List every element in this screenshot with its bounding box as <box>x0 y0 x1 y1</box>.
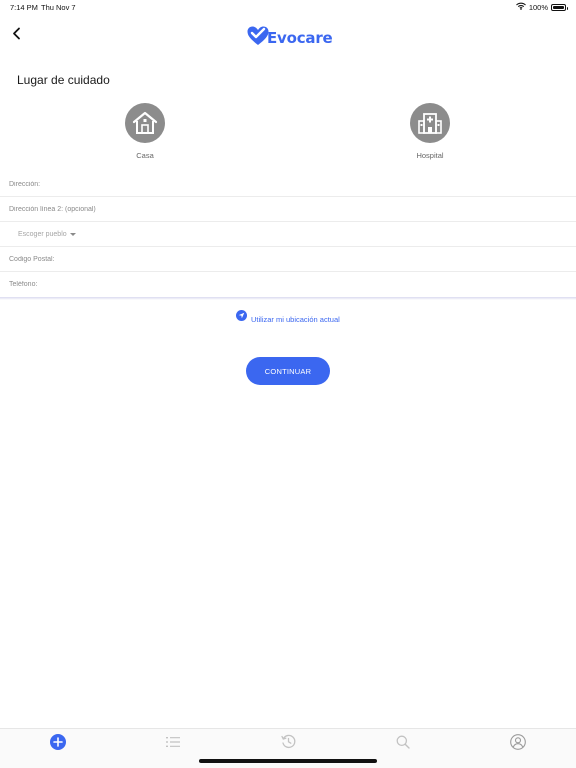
town-select-label: Escoger pueblo <box>18 230 67 238</box>
back-button[interactable] <box>8 26 24 46</box>
logo-text: Evocare <box>267 29 333 47</box>
town-select[interactable]: Escoger pueblo <box>0 222 576 247</box>
postal-code-input[interactable] <box>0 247 576 271</box>
search-icon <box>396 735 410 754</box>
address-input[interactable] <box>0 172 576 196</box>
phone-field-row <box>0 272 576 297</box>
status-time: 7:14 PM <box>10 3 38 12</box>
phone-input[interactable] <box>0 272 576 297</box>
form-bottom-shadow <box>0 297 576 300</box>
battery-level <box>553 5 564 9</box>
address-field-row <box>0 172 576 197</box>
tab-history[interactable] <box>279 734 297 754</box>
place-option-casa[interactable]: Casa <box>115 103 175 160</box>
wifi-icon <box>515 2 526 12</box>
status-date: Thu Nov 7 <box>41 3 76 12</box>
nav-header: Evocare <box>0 20 576 56</box>
chevron-left-icon <box>12 27 21 45</box>
list-icon <box>166 735 180 753</box>
address2-field-row <box>0 197 576 222</box>
place-label-hospital: Hospital <box>416 151 444 160</box>
battery-icon <box>551 3 568 11</box>
battery-percent: 100% <box>528 2 548 12</box>
page-title: Lugar de cuidado <box>17 73 110 87</box>
history-icon <box>280 734 296 754</box>
continue-button[interactable]: CONTINUAR <box>246 357 330 385</box>
caret-down-icon <box>69 232 76 236</box>
status-bar: 7:14 PM Thu Nov 7 100% <box>0 0 576 14</box>
evocare-logo: Evocare <box>246 24 333 52</box>
home-indicator <box>199 759 377 763</box>
navigation-arrow-icon <box>236 309 247 321</box>
plus-circle-icon <box>50 733 66 755</box>
house-icon <box>125 103 165 143</box>
postal-field-row <box>0 247 576 272</box>
hospital-icon <box>410 103 450 143</box>
tab-search[interactable] <box>394 735 412 753</box>
place-option-hospital[interactable]: Hospital <box>400 103 460 160</box>
status-indicators: 100% <box>515 2 568 12</box>
tab-add[interactable] <box>49 733 67 755</box>
user-profile-icon <box>510 733 526 755</box>
use-current-location-label: Utilizar mi ubicación actual <box>251 315 340 324</box>
place-label-casa: Casa <box>136 151 154 160</box>
tab-list[interactable] <box>164 735 182 753</box>
use-current-location-link[interactable]: Utilizar mi ubicación actual <box>236 306 340 324</box>
tab-profile[interactable] <box>509 733 527 755</box>
address2-input[interactable] <box>0 197 576 221</box>
